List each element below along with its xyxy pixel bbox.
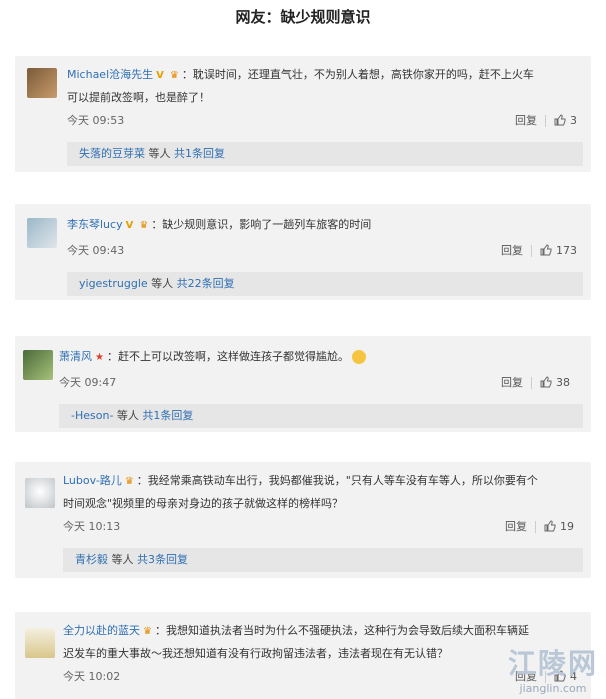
comment-content: ：耽误时间，还理直气壮，不为别人着想，高铁你家开的吗，赶不上火车 xyxy=(181,68,534,81)
comment-content-2: 迟发车的重大事故～我还想知道有没有行政拘留违法者，违法者现在有无认错？ xyxy=(63,647,448,660)
comment-content: ：我经常乘高铁动车出行，我妈都催我说，"只有人等车没有车等人，所以你要有个 xyxy=(136,474,538,487)
comment-time: 今天 10:02 xyxy=(63,670,121,683)
like-icon[interactable] xyxy=(540,243,552,259)
comment-content: ：我想知道执法者当时为什么不强硬执法，这种行为会导致后续大面积车辆延 xyxy=(154,624,529,637)
site-watermark: 江陵网 jianglin.com xyxy=(508,642,598,695)
comment-text: 全力以赴的蓝天 ♛ ：我想知道执法者当时为什么不强硬执法，这种行为会导致后续大面积车… xyxy=(63,620,583,665)
comment-time: 今天 09:53 xyxy=(67,114,125,127)
comment-card: 全力以赴的蓝天 ♛ ：我想知道执法者当时为什么不强硬执法，这种行为会导致后续大面积车… xyxy=(15,612,591,699)
comment-text: Lubov-路儿 ♛ ：我经常乘高铁动车出行，我妈都催我说，"只有人等车没有车等人，… xyxy=(63,470,583,515)
comment-content: ：缺少规则意识，影响了一趟列车旅客的时间 xyxy=(151,218,372,231)
verified-icon: V xyxy=(156,70,164,81)
reply-user-link[interactable]: 青杉毅 xyxy=(75,553,108,566)
reply-user-link[interactable]: yigestruggle xyxy=(79,277,148,290)
comment-actions: 回复 19 xyxy=(505,518,574,535)
reply-button[interactable]: 回复 xyxy=(501,376,523,389)
verified-icon: V xyxy=(125,220,134,231)
like-icon[interactable] xyxy=(554,113,566,129)
comment-content-2: 可以提前改签啊，也是醉了！ xyxy=(67,91,210,104)
reply-button[interactable]: 回复 xyxy=(505,520,527,533)
like-count: 38 xyxy=(556,376,570,389)
reply-count-link[interactable]: 共1条回复 xyxy=(174,147,225,160)
reply-summary[interactable]: yigestruggle 等人 共22条回复 xyxy=(67,272,583,296)
comment-text: 萧清风 ★ ：赶不上可以改签啊，这样做连孩子都觉得尴尬。 xyxy=(59,346,583,369)
reply-button[interactable]: 回复 xyxy=(501,244,523,257)
star-icon: ★ xyxy=(95,352,104,363)
reply-count-link[interactable]: 共1条回复 xyxy=(142,409,193,422)
reply-button[interactable]: 回复 xyxy=(515,114,537,127)
comment-text: 李东琴lucy V ♛ ：缺少规则意识，影响了一趟列车旅客的时间 xyxy=(67,214,583,237)
reply-count-link[interactable]: 共3条回复 xyxy=(137,553,188,566)
watermark-url: jianglin.com xyxy=(519,682,587,695)
like-count: 3 xyxy=(570,114,577,127)
reply-user-link[interactable]: -Heson- xyxy=(71,409,113,422)
reply-user-link[interactable]: 失落的豆芽菜 xyxy=(79,147,145,160)
comment-actions: 回复 3 xyxy=(515,112,577,129)
comment-time: 今天 09:43 xyxy=(67,244,125,257)
comment-time: 今天 10:13 xyxy=(63,520,121,533)
username-link[interactable]: Lubov-路儿 xyxy=(63,474,122,487)
comment-card: 萧清风 ★ ：赶不上可以改签啊，这样做连孩子都觉得尴尬。 今天 09:47 回复 38… xyxy=(15,336,591,432)
reply-summary[interactable]: 失落的豆芽菜 等人 共1条回复 xyxy=(67,142,583,166)
username-link[interactable]: 全力以赴的蓝天 xyxy=(63,624,140,637)
comment-actions: 回复 173 xyxy=(501,242,577,259)
trophy-icon: ♛ xyxy=(139,220,149,231)
comment-card: Michael沧海先生 V ♛ ：耽误时间，还理直气壮，不为别人着想，高铁你家开的吗，… xyxy=(15,56,591,172)
comment-time: 今天 09:47 xyxy=(59,376,117,389)
page-title: 网友：缺少规则意识 xyxy=(235,8,371,26)
username-link[interactable]: 李东琴lucy xyxy=(67,218,123,231)
trophy-icon: ♛ xyxy=(124,476,134,487)
comment-text: Michael沧海先生 V ♛ ：耽误时间，还理直气壮，不为别人着想，高铁你家开的吗，… xyxy=(67,64,583,109)
avatar[interactable] xyxy=(27,218,57,248)
trophy-icon: ♛ xyxy=(143,626,152,637)
like-icon[interactable] xyxy=(544,519,556,535)
like-count: 173 xyxy=(556,244,577,257)
comment-card: Lubov-路儿 ♛ ：我经常乘高铁动车出行，我妈都催我说，"只有人等车没有车等人，… xyxy=(15,462,591,578)
avatar[interactable] xyxy=(25,478,55,508)
embarrassed-emoji-icon xyxy=(351,350,366,364)
like-count: 19 xyxy=(560,520,574,533)
avatar[interactable] xyxy=(25,628,55,658)
comment-content-2: 时间观念"视频里的母亲对身边的孩子就做这样的榜样吗？ xyxy=(63,497,344,510)
comment-content: ：赶不上可以改签啊，这样做连孩子都觉得尴尬。 xyxy=(106,350,349,363)
comment-actions: 回复 38 xyxy=(501,374,570,391)
reply-summary[interactable]: 青杉毅 等人 共3条回复 xyxy=(63,548,583,572)
avatar[interactable] xyxy=(23,350,53,380)
watermark-logo: 江陵网 xyxy=(507,647,598,680)
username-link[interactable]: Michael沧海先生 xyxy=(67,68,153,81)
avatar[interactable] xyxy=(27,68,57,98)
like-icon[interactable] xyxy=(540,375,552,391)
reply-count-link[interactable]: 共22条回复 xyxy=(177,277,235,290)
username-link[interactable]: 萧清风 xyxy=(59,350,92,363)
comment-card: 李东琴lucy V ♛ ：缺少规则意识，影响了一趟列车旅客的时间 今天 09:43 回… xyxy=(15,204,591,300)
trophy-icon: ♛ xyxy=(169,70,179,81)
reply-summary[interactable]: -Heson- 等人 共1条回复 xyxy=(59,404,583,428)
